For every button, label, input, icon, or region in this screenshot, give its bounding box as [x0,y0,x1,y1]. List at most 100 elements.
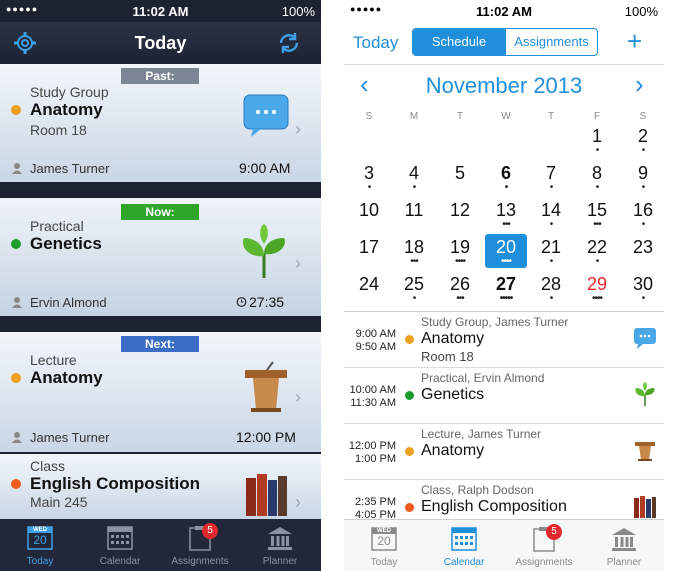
tab-bar: WED 20 Today Calendar 5 Assignments Plan… [344,519,664,571]
add-button[interactable]: + [627,26,642,57]
event-card-next[interactable]: Next: Lecture Anatomy › James Turner 12:… [0,332,321,452]
event-dots: ••• [456,293,465,304]
status-bar: ●●●●● 11:02 AM 100% [344,0,664,22]
tab-label: Calendar [443,557,485,568]
day-cell[interactable]: 13 ••• [485,197,527,231]
view-segmented-control: Schedule Assignments [412,28,598,56]
leaf-icon [635,382,655,406]
assignments-segment[interactable]: Assignments [505,29,597,55]
tab-calendar[interactable]: Calendar [80,519,160,571]
day-cell[interactable]: 28 • [530,271,572,305]
event-type: Lecture [30,352,77,368]
day-cell[interactable]: 15 ••• [576,197,618,231]
schedule-segment[interactable]: Schedule [413,29,505,55]
tab-planner[interactable]: Planner [584,520,664,571]
tab-label: Assignments [171,556,229,567]
day-cell[interactable]: 14 • [530,197,572,231]
countdown-time: 27:35 [249,294,285,310]
tab-assignments[interactable]: 5 Assignments [504,520,584,571]
weekday-label: W [501,111,511,122]
day-cell[interactable]: 3 • [348,160,390,194]
tab-label: Calendar [99,556,141,567]
alarm-clock-icon [236,297,247,307]
day-cell[interactable]: 23 [622,234,664,268]
day-cell[interactable]: 22 • [576,234,618,268]
event-dots: • [549,182,554,193]
tab-label: Assignments [515,557,573,568]
day-cell[interactable]: 11 [393,197,435,231]
event-dots: • [549,256,554,267]
tab-calendar[interactable]: Calendar [424,520,504,571]
category-dot [11,239,21,249]
agenda-item-header: Practical, Ervin Almond [421,371,545,385]
day-cell[interactable]: 24 [348,271,390,305]
month-calendar: ‹ November 2013 › S M T W T F S 1 • 2 • 3 • 4 •… [344,64,664,312]
event-dots: •••• [591,293,603,304]
day-cell[interactable]: 1 • [576,123,618,157]
category-dot [405,391,414,400]
day-cell[interactable]: 17 [348,234,390,268]
leaf-icon [242,224,285,278]
agenda-item[interactable]: 10:00 AM 11:30 AM Practical, Ervin Almon… [344,368,664,424]
person-icon [12,432,22,443]
day-cell[interactable]: 4 • [393,160,435,194]
end-time: 11:30 AM [350,397,396,409]
weekday-label: T [456,111,464,122]
day-cell[interactable]: 26 ••• [439,271,481,305]
category-dot [405,335,414,344]
day-cell[interactable]: 27 ••••• [485,271,527,305]
event-card-now[interactable]: Now: Practical Genetics › Ervin Almond 2… [0,198,321,316]
event-dots: •••• [454,256,466,267]
refresh-icon[interactable] [276,30,302,56]
day-cell[interactable]: 9 • [622,160,664,194]
event-dots: ••• [502,219,511,230]
person-icon [12,163,22,174]
day-cell[interactable]: 2 • [622,123,664,157]
calendar-grid-icon [107,526,133,550]
day-cell[interactable]: 12 [439,197,481,231]
now-tag: Now: [121,204,199,220]
day-cell[interactable]: 7 • [530,160,572,194]
agenda-item-header: Study Group, James Turner [421,315,569,329]
day-cell[interactable]: 19 •••• [439,234,481,268]
assignments-badge: 5 [202,523,218,539]
tab-assignments[interactable]: 5 Assignments [160,519,240,571]
event-room: Room 18 [30,122,87,138]
tab-planner[interactable]: Planner [240,519,320,571]
start-time: 10:00 AM [349,384,396,396]
speech-bubble-icon [634,328,656,349]
agenda-item[interactable]: 9:00 AM 9:50 AM Study Group, James Turne… [344,312,664,368]
day-cell[interactable]: 20 •••• [485,234,527,268]
event-type: Practical [30,218,84,234]
day-cell[interactable]: 30 • [622,271,664,305]
next-tag: Next: [121,336,199,352]
event-card-later[interactable]: Class English Composition Main 245 › [0,454,321,519]
event-dots: • [641,182,646,193]
day-cell[interactable]: 5 [439,160,481,194]
today-button[interactable]: Today [353,33,398,53]
day-cell[interactable]: 18 ••• [393,234,435,268]
weekday-label: M [409,111,419,122]
tab-today[interactable]: WED 20 Today [0,519,80,571]
event-dots: • [504,182,509,193]
agenda-item[interactable]: 12:00 PM 1:00 PM Lecture, James Turner A… [344,424,664,480]
instructor-name: James Turner [30,161,110,176]
day-cell[interactable]: 8 • [576,160,618,194]
day-cell[interactable]: 29 •••• [576,271,618,305]
day-cell[interactable]: 10 [348,197,390,231]
day-cell[interactable]: 21 • [530,234,572,268]
event-card-past[interactable]: Past: Study Group Anatomy Room 18 › Jame… [0,64,321,182]
event-dots: • [641,145,646,156]
category-dot [11,373,21,383]
weekday-label: S [639,111,647,122]
end-time: 1:00 PM [355,453,396,465]
next-month-button[interactable]: › [635,69,644,100]
agenda-item-name: Genetics [421,386,485,403]
person-icon [12,297,22,308]
event-dots: • [549,293,554,304]
tab-today[interactable]: WED 20 Today [344,520,424,571]
day-cell[interactable]: 25 • [393,271,435,305]
day-cell[interactable]: 16 • [622,197,664,231]
event-dots: • [412,293,417,304]
day-cell[interactable]: 6 • [485,160,527,194]
